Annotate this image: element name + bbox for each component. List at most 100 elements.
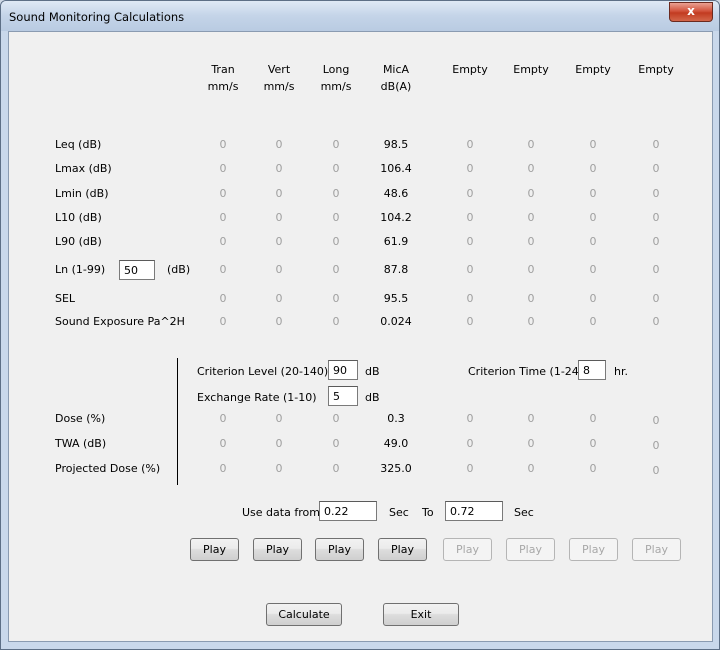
table-cell: 0 xyxy=(219,315,227,328)
criterion-level-input[interactable] xyxy=(328,360,358,380)
table-cell: 0 xyxy=(332,211,340,224)
table-cell: 48.6 xyxy=(383,187,409,200)
table-cell: 0 xyxy=(652,162,660,175)
table-cell: 0 xyxy=(652,315,660,328)
dose-cell: 0 xyxy=(589,437,597,450)
dose-cell: 0 xyxy=(589,462,597,475)
column-header-unit-4: MicA xyxy=(382,63,410,76)
row-label: L10 (dB) xyxy=(55,211,102,224)
dose-cell: 0 xyxy=(219,437,227,450)
table-cell: 0 xyxy=(527,138,535,151)
dose-cell: 0 xyxy=(466,462,474,475)
column-header-unit-7: Empty xyxy=(575,63,611,76)
table-cell: 0 xyxy=(527,315,535,328)
table-cell: 0 xyxy=(527,263,535,276)
row-label: Leq (dB) xyxy=(55,138,102,151)
exchange-rate-input[interactable] xyxy=(328,386,358,406)
ln-unit-label: (dB) xyxy=(167,263,191,276)
dose-cell: 0 xyxy=(589,412,597,425)
dose-cell: 0 xyxy=(219,462,227,475)
table-cell: 0 xyxy=(332,187,340,200)
table-cell: 0 xyxy=(589,162,597,175)
play-button-5[interactable]: Play xyxy=(443,538,492,561)
column-header-unit-6: Empty xyxy=(513,63,549,76)
table-cell: 106.4 xyxy=(380,162,412,175)
table-cell: 0 xyxy=(589,315,597,328)
table-cell: 0 xyxy=(332,235,340,248)
table-cell: 0 xyxy=(219,187,227,200)
dose-row-label: TWA (dB) xyxy=(55,437,107,450)
table-cell: 0 xyxy=(466,211,474,224)
table-cell: 0 xyxy=(466,315,474,328)
range-from-unit: Sec xyxy=(389,506,409,519)
dose-cell: 49.0 xyxy=(383,437,409,450)
row-label: L90 (dB) xyxy=(55,235,102,248)
table-cell: 0 xyxy=(275,138,283,151)
table-cell: 0 xyxy=(652,187,660,200)
play-button-7[interactable]: Play xyxy=(569,538,618,561)
table-cell: 0 xyxy=(466,263,474,276)
dose-row-label: Dose (%) xyxy=(55,412,106,425)
table-cell: 0 xyxy=(652,235,660,248)
table-cell: 0 xyxy=(589,138,597,151)
table-cell: 0 xyxy=(275,187,283,200)
table-cell: 0 xyxy=(219,292,227,305)
criterion-time-unit: hr. xyxy=(614,365,628,378)
title-bar: Sound Monitoring Calculations x xyxy=(1,1,719,31)
column-header-unit-8: Empty xyxy=(638,63,674,76)
table-cell: 0 xyxy=(275,263,283,276)
calculate-button[interactable]: Calculate xyxy=(266,603,342,626)
table-cell: 0 xyxy=(466,162,474,175)
table-cell: 0 xyxy=(589,263,597,276)
range-from-label: Use data from xyxy=(242,506,320,519)
play-button-8[interactable]: Play xyxy=(632,538,681,561)
table-cell: 0 xyxy=(466,235,474,248)
dose-cell: 0 xyxy=(527,412,535,425)
column-header-label-2: mm/s xyxy=(263,80,295,93)
range-from-input[interactable] xyxy=(319,501,377,521)
dose-cell: 0 xyxy=(332,462,340,475)
dose-cell: 0.3 xyxy=(387,412,405,425)
play-button-1[interactable]: Play xyxy=(190,538,239,561)
range-to-input[interactable] xyxy=(445,501,503,521)
dose-cell: 0 xyxy=(275,462,283,475)
column-header-unit-2: Vert xyxy=(267,63,291,76)
table-cell: 0 xyxy=(219,138,227,151)
row-label: Sound Exposure Pa^2H xyxy=(55,315,185,328)
dose-cell: 0 xyxy=(527,462,535,475)
criterion-time-input[interactable] xyxy=(578,360,606,380)
dose-cell: 0 xyxy=(332,437,340,450)
close-button[interactable]: x xyxy=(669,2,713,22)
dose-cell: 0 xyxy=(219,412,227,425)
range-to-label: To xyxy=(422,506,434,519)
row-label: Lmin (dB) xyxy=(55,187,109,200)
table-cell: 0 xyxy=(275,211,283,224)
table-cell: 0 xyxy=(652,292,660,305)
dose-cell: 0 xyxy=(275,437,283,450)
table-cell: 0 xyxy=(219,235,227,248)
play-button-6[interactable]: Play xyxy=(506,538,555,561)
exchange-rate-unit: dB xyxy=(365,391,380,404)
column-header-unit-5: Empty xyxy=(452,63,488,76)
table-cell: 0 xyxy=(275,315,283,328)
dose-cell: 0 xyxy=(652,414,660,427)
table-cell: 0 xyxy=(219,162,227,175)
table-cell: 0 xyxy=(332,263,340,276)
exit-button[interactable]: Exit xyxy=(383,603,459,626)
play-button-2[interactable]: Play xyxy=(253,538,302,561)
dose-cell: 0 xyxy=(275,412,283,425)
play-button-3[interactable]: Play xyxy=(315,538,364,561)
table-cell: 0 xyxy=(332,162,340,175)
table-cell: 0 xyxy=(527,235,535,248)
table-cell: 0.024 xyxy=(380,315,412,328)
play-button-4[interactable]: Play xyxy=(378,538,427,561)
column-header-unit-1: Tran xyxy=(211,63,235,76)
table-cell: 0 xyxy=(589,211,597,224)
dose-cell: 0 xyxy=(527,437,535,450)
dose-row-label: Projected Dose (%) xyxy=(55,462,161,475)
table-cell: 0 xyxy=(466,187,474,200)
ln-percentile-input[interactable] xyxy=(119,260,155,280)
table-cell: 0 xyxy=(589,187,597,200)
table-cell: 87.8 xyxy=(383,263,409,276)
table-cell: 0 xyxy=(466,138,474,151)
